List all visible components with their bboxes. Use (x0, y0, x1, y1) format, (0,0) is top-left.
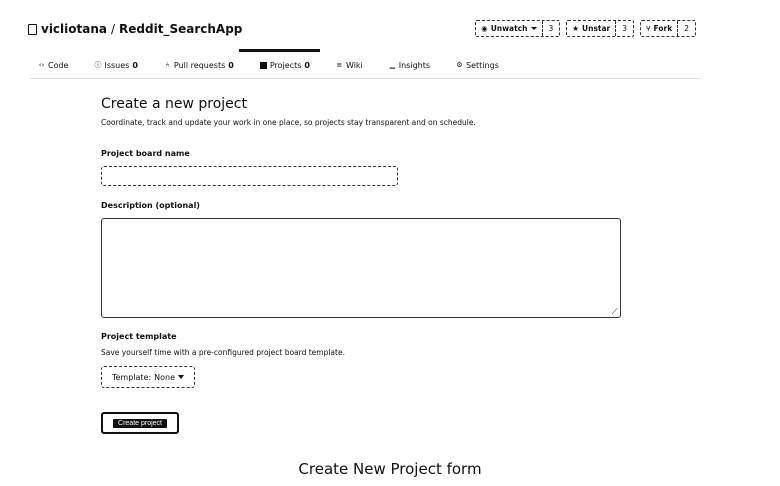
issue-icon: ⓘ (94, 60, 102, 69)
star-text: Unstar (582, 24, 611, 33)
book-icon: ≡ (336, 60, 343, 69)
template-prefix: Template: (111, 372, 152, 382)
tab-label: Wiki (345, 60, 363, 70)
gear-icon: ⚙ (456, 60, 463, 69)
description-textarea[interactable] (101, 218, 621, 318)
tab-label: Insights (398, 60, 431, 70)
project-name-label: Project board name (101, 149, 190, 158)
watch-count[interactable]: 3 (541, 21, 560, 36)
fork-text: Fork (653, 24, 673, 33)
graph-icon: ▁ (389, 60, 395, 69)
tab-label: Settings (466, 60, 499, 70)
star-icon: ★ (572, 24, 580, 33)
tab-pull-requests[interactable]: ⑃ Pull requests 0 (152, 52, 248, 78)
tab-count: 0 (228, 60, 234, 70)
figure-caption: Create New Project form (298, 460, 482, 478)
repo-nav-tabs: ‹› Code ⓘ Issues 0 ⑃ Pull requests 0 Pro… (38, 49, 513, 78)
watch-button[interactable]: ◉ Unwatch 3 (475, 20, 561, 37)
fork-icon: ⑂ (646, 24, 651, 33)
repo-actions: ◉ Unwatch 3 ★ Unstar 3 ⑂ Fork 2 (475, 20, 696, 37)
template-help-text: Save yourself time with a pre-configured… (101, 348, 345, 357)
tab-label: Code (48, 60, 69, 70)
template-value: None (154, 372, 176, 382)
tab-count: 0 (132, 60, 138, 70)
watch-label[interactable]: ◉ Unwatch (476, 24, 541, 33)
tab-insights[interactable]: ▁ Insights (377, 52, 444, 78)
code-icon: ‹› (38, 60, 45, 69)
resize-handle-icon[interactable]: ⟋ (612, 308, 618, 316)
tab-wiki[interactable]: ≡ Wiki (324, 52, 377, 78)
tab-count: 0 (304, 60, 310, 70)
pull-request-icon: ⑃ (165, 60, 170, 69)
tab-settings[interactable]: ⚙ Settings (444, 52, 513, 78)
tabs-divider (30, 78, 700, 79)
watch-text: Unwatch (490, 24, 528, 33)
create-project-label: Create project (113, 418, 167, 428)
fork-count[interactable]: 2 (677, 21, 695, 36)
repo-icon (28, 23, 37, 35)
repo-header: vicliotana / Reddit_SearchApp (28, 22, 242, 36)
eye-icon: ◉ (481, 24, 488, 33)
page-title: Create a new project (101, 96, 247, 112)
template-label: Project template (101, 332, 177, 341)
tab-projects[interactable]: Projects 0 (238, 49, 324, 78)
tab-code[interactable]: ‹› Code (38, 52, 82, 78)
description-label: Description (optional) (101, 201, 200, 210)
repo-owner-link[interactable]: vicliotana (41, 22, 107, 36)
fork-label[interactable]: ⑂ Fork (641, 24, 677, 33)
fork-button[interactable]: ⑂ Fork 2 (640, 20, 696, 37)
tab-label: Projects (269, 60, 302, 70)
tab-label: Issues (104, 60, 130, 70)
tab-issues[interactable]: ⓘ Issues 0 (82, 52, 151, 78)
repo-name-link[interactable]: Reddit_SearchApp (119, 22, 242, 36)
star-button[interactable]: ★ Unstar 3 (566, 20, 635, 37)
project-icon (259, 61, 267, 69)
template-dropdown[interactable]: Template: None (101, 366, 195, 388)
star-label[interactable]: ★ Unstar (567, 24, 615, 33)
create-project-button[interactable]: Create project (101, 412, 179, 434)
star-count[interactable]: 3 (615, 21, 633, 36)
chevron-down-icon (178, 375, 185, 379)
repo-separator: / (111, 22, 116, 36)
project-name-input[interactable] (101, 166, 398, 186)
page-subtitle: Coordinate, track and update your work i… (101, 118, 476, 127)
tab-label: Pull requests (173, 60, 226, 70)
chevron-down-icon (530, 27, 537, 30)
